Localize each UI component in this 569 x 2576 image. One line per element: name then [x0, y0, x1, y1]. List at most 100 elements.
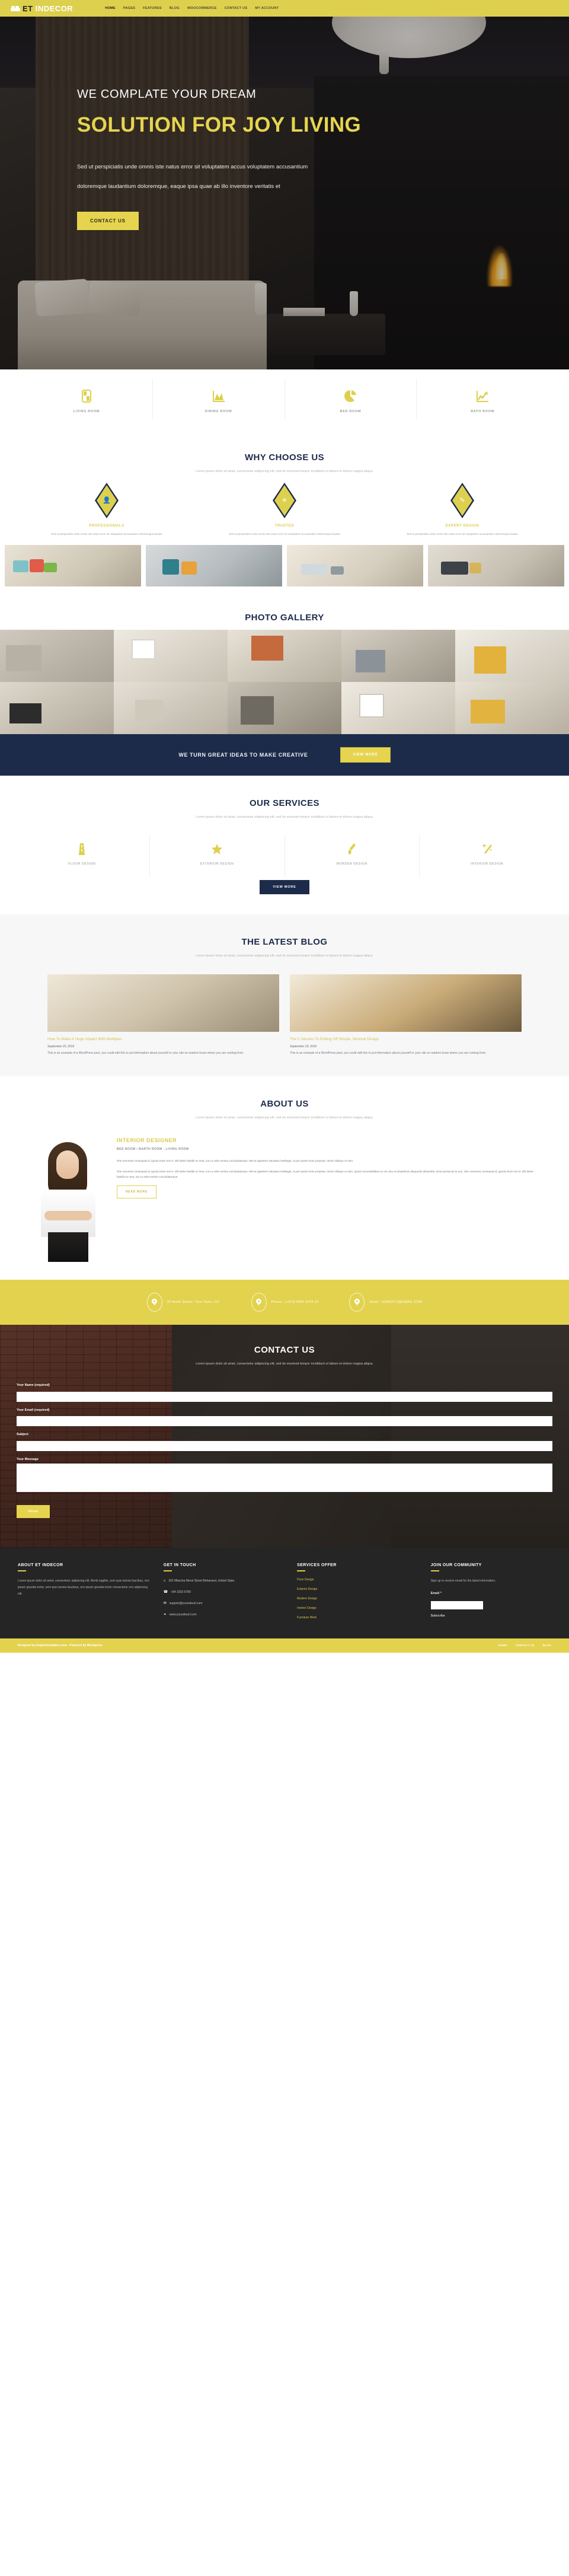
- gallery-item[interactable]: [114, 682, 228, 734]
- blog-post-image[interactable]: [47, 974, 279, 1032]
- gallery-item[interactable]: [0, 630, 114, 682]
- footer-column-title: SERVICES OFFER: [297, 1563, 337, 1567]
- gallery-item[interactable]: [114, 630, 228, 682]
- subscribe-button[interactable]: Subscribe: [431, 1614, 445, 1618]
- footer-address: ⌂ 262 Milacina Mrest Street Behansed, Un…: [164, 1578, 284, 1584]
- footer-email-label: Email *: [430, 1591, 442, 1595]
- grid-chart-icon: [21, 387, 152, 405]
- contact-form[interactable]: Your Name (required) Your Email (require…: [0, 1383, 569, 1518]
- section-description: Lorem ipsum dolor sit amet, consectetur …: [196, 815, 373, 819]
- footer-bottom-link-contact-us[interactable]: CONTACT US: [516, 1644, 535, 1647]
- nav-item-features[interactable]: FEATURES: [143, 7, 162, 10]
- send-button[interactable]: Send: [17, 1504, 50, 1518]
- gallery-item[interactable]: [455, 682, 569, 734]
- why-item-text: Sed ut perspiciatis unde omnis iste natu…: [51, 533, 162, 535]
- gallery-item[interactable]: [0, 682, 114, 734]
- magic-wand-icon: [420, 841, 554, 857]
- footer-link-interior-design[interactable]: Interior Design: [297, 1606, 417, 1610]
- phone-icon: ☎: [163, 1590, 168, 1594]
- category-label: BED ROOM: [340, 410, 362, 413]
- service-morden-design[interactable]: MORDEN DESIGN: [284, 834, 420, 878]
- category-label: LIVING ROOM: [73, 410, 100, 413]
- your-name-input[interactable]: [17, 1391, 552, 1402]
- nav-item-contact-us[interactable]: CONTACT US: [225, 7, 248, 10]
- category-dining-room[interactable]: DINING ROOM: [152, 379, 284, 419]
- nav-item-woocommerce[interactable]: WOOCOMMERCE: [187, 7, 217, 10]
- designer-tags: BED ROOM / BARTH ROOM - LIVING ROOM: [117, 1147, 189, 1151]
- globe-icon: ⚭: [163, 1612, 167, 1617]
- blog-post-date: September 23, 2016: [290, 1045, 317, 1048]
- our-services-section: OUR SERVICES Lorem ipsum dolor sit amet,…: [0, 776, 569, 914]
- thumbnail-image[interactable]: [146, 545, 282, 586]
- service-interior-design[interactable]: INTERIOR DESIGN: [419, 834, 554, 878]
- nav-item-my-account[interactable]: MY ACCOUNT: [255, 7, 279, 10]
- diamond-frame: 👤: [95, 483, 119, 518]
- category-living-room[interactable]: LIVING ROOM: [21, 379, 152, 419]
- nav-item-home[interactable]: HOME: [105, 7, 116, 10]
- section-description: Lorem ipsum dolor sit amet, consectetur …: [196, 1116, 373, 1120]
- your-email-input[interactable]: [17, 1416, 552, 1426]
- blog-post-date: September 23, 2016: [47, 1045, 75, 1048]
- main-navigation[interactable]: HOME PAGES FEATURES BLOG WOOCOMMERCE CON…: [105, 7, 279, 10]
- site-logo[interactable]: ET INDECOR: [11, 4, 73, 13]
- nav-item-pages[interactable]: PAGES: [123, 7, 135, 10]
- why-item-expert-design: ✎ EXPERT DESIGN Sed ut perspiciatis unde…: [373, 483, 551, 537]
- subject-input[interactable]: [17, 1440, 552, 1451]
- thumbnail-image[interactable]: [287, 545, 423, 586]
- hero-contact-us-button[interactable]: CONTACT US: [77, 212, 139, 230]
- user-icon: 👤: [103, 496, 111, 504]
- newsletter-email-input[interactable]: [430, 1601, 483, 1609]
- thumbnail-image[interactable]: [428, 545, 564, 586]
- service-exterior-design[interactable]: EXTERIOR DESIGN: [149, 834, 284, 878]
- footer-about-column: ABOUT ET INDECOR Lorem ipsum dolor sit a…: [18, 1563, 151, 1625]
- footer-link-exterior-design[interactable]: Exterior Design: [297, 1587, 417, 1591]
- category-bath-room[interactable]: BATH ROOM: [416, 379, 548, 419]
- info-email: Email : NOREPLY@GMAIL.COM: [349, 1293, 422, 1312]
- blog-post-card[interactable]: How To Make A Huge Impact With Multiples…: [47, 974, 279, 1056]
- footer-bottom-bar: Designed by Enginetemplates.com - Powere…: [0, 1638, 569, 1653]
- gallery-item[interactable]: [228, 682, 341, 734]
- about-us-section: ABOUT US Lorem ipsum dolor sit amet, con…: [0, 1076, 569, 1280]
- blog-post-card[interactable]: The 5 Secrets To Pulling Off Simple, Min…: [290, 974, 522, 1056]
- services-view-more-button[interactable]: VIEW MORE: [260, 880, 309, 894]
- why-item-text: Sed ut perspiciatis unde omnis iste natu…: [229, 533, 340, 535]
- diamond-frame: ✎: [450, 483, 474, 518]
- diamond-frame: ✳: [273, 483, 296, 518]
- footer-bottom-link-blog[interactable]: BLOG: [543, 1644, 551, 1647]
- info-text: Phone : (+314) 0454 3234 23: [271, 1300, 319, 1304]
- about-read-more-button[interactable]: READ MORE: [117, 1185, 156, 1198]
- footer-link-furniture-work[interactable]: Furniture Work: [297, 1616, 417, 1619]
- footer-address-text: 262 Milacina Mrest Street Behansed, Unit…: [168, 1579, 235, 1583]
- gallery-item[interactable]: [341, 682, 455, 734]
- blog-post-title[interactable]: How To Make A Huge Impact With Multiples: [47, 1037, 279, 1041]
- footer-link-modern-design[interactable]: Modern Design: [297, 1597, 417, 1601]
- location-pin-icon: [349, 1293, 365, 1312]
- info-text: Email : NOREPLY@GMAIL.COM: [369, 1300, 423, 1304]
- gallery-item[interactable]: [228, 630, 341, 682]
- your-message-textarea[interactable]: [17, 1463, 552, 1492]
- footer-bottom-link-home[interactable]: HOME: [498, 1644, 507, 1647]
- blog-post-image[interactable]: [290, 974, 522, 1032]
- footer-community-column: JOIN OUR COMMUNITY Sign up to receive em…: [430, 1563, 551, 1625]
- home-icon: ⌂: [163, 1579, 166, 1583]
- gallery-item[interactable]: [455, 630, 569, 682]
- hero-subtitle: WE COMPLATE YOUR DREAM: [77, 88, 257, 101]
- category-bed-room[interactable]: BED ROOM: [284, 379, 417, 419]
- thumbnail-image[interactable]: [5, 545, 141, 586]
- blog-post-title[interactable]: The 5 Secrets To Pulling Off Simple, Min…: [290, 1037, 522, 1041]
- nav-item-blog[interactable]: BLOG: [170, 7, 180, 10]
- service-label: MORDEN DESIGN: [336, 862, 367, 866]
- footer-website[interactable]: ⚭ www.yoursiteurl.com: [164, 1612, 284, 1618]
- footer-email[interactable]: ✉ support@yoursiteurl.com: [164, 1601, 284, 1606]
- why-item-title: PROFESSIONALS: [89, 524, 124, 528]
- title-underline: [430, 1570, 439, 1571]
- footer-contact-column: GET IN TOUCH ⌂ 262 Milacina Mrest Street…: [163, 1563, 284, 1625]
- gallery-item[interactable]: [341, 630, 455, 682]
- footer-link-floor-design[interactable]: Floor Design: [297, 1578, 417, 1582]
- cta-view-more-button[interactable]: VIEW MORE: [340, 747, 391, 763]
- service-label: INTERIOR DESIGN: [471, 862, 504, 866]
- footer-bottom-links[interactable]: HOME CONTACT US BLOG: [498, 1644, 551, 1647]
- about-paragraph-2: She nonumes consequat id, ignota iriure …: [117, 1170, 533, 1178]
- service-floor-design[interactable]: FLOOR DESIGN: [15, 834, 149, 878]
- info-text: 25 North Street / Your Town, CO.: [167, 1300, 220, 1304]
